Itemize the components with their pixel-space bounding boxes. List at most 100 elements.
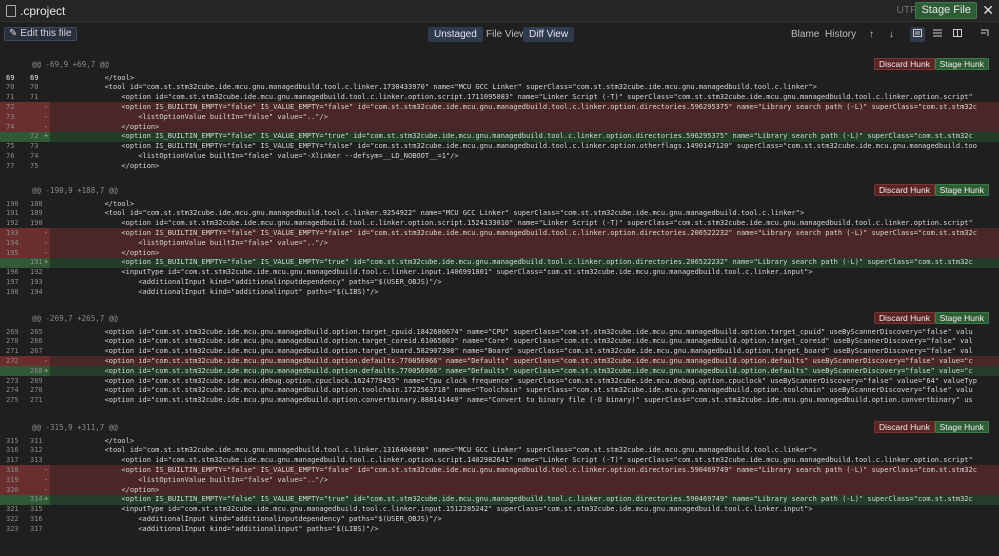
new-line-number: 271 <box>30 396 43 405</box>
code-text: <additionalInput kind="additionalinput" … <box>54 287 379 296</box>
new-line-number: 189 <box>30 209 43 218</box>
context-line: 322 316 <additionalInput kind="additional… <box>0 514 999 524</box>
close-icon[interactable]: ✕ <box>982 2 994 19</box>
hunk-range: @@ -315,9 +311,7 @@ <box>32 423 118 432</box>
old-line-number: 70 <box>6 83 15 92</box>
split-view-icon[interactable] <box>950 27 965 42</box>
code-text: <option id="com.st.stm32cube.ide.mcu.gnu… <box>54 327 973 336</box>
old-line-number: 273 <box>6 376 19 385</box>
code-text: <option id="com.st.stm32cube.ide.mcu.gnu… <box>54 93 973 102</box>
stage-hunk-button[interactable]: Stage Hunk <box>934 184 989 196</box>
code-text: </tool> <box>54 199 135 208</box>
code-text: <inputType id="com.st.stm32cube.ide.mcu.… <box>54 268 813 277</box>
code-text: <tool id="com.st.stm32cube.ide.mcu.gnu.m… <box>54 209 805 218</box>
next-hunk-icon[interactable]: ↓ <box>884 27 899 42</box>
unstaged-toggle[interactable]: Unstaged <box>428 27 483 42</box>
old-line-number: 269 <box>6 327 19 336</box>
deleted-line: 194 - <listOptionValue builtIn="false" va… <box>0 238 999 248</box>
old-line-number: 322 <box>6 514 19 523</box>
context-line: 275 271 <option id="com.st.stm32cube.ide.… <box>0 396 999 406</box>
old-line-number: 190 <box>6 199 19 208</box>
code-text: <option IS_BUILTIN_EMPTY="false" IS_VALU… <box>54 495 973 504</box>
code-text: <option IS_BUILTIN_EMPTY="false" IS_VALU… <box>54 102 977 111</box>
previous-hunk-icon[interactable]: ↑ <box>864 27 879 42</box>
context-line: 77 75 </option> <box>0 161 999 171</box>
diff-marker: + <box>44 132 49 141</box>
new-line-number: 314 <box>30 495 43 504</box>
code-text: <option IS_BUILTIN_EMPTY="false" IS_VALU… <box>54 132 973 141</box>
diff-marker: + <box>44 258 49 267</box>
edit-file-button[interactable]: ✎ Edit this file <box>4 27 77 41</box>
diff-marker: - <box>44 102 49 111</box>
stage-hunk-button[interactable]: Stage Hunk <box>934 58 989 70</box>
context-line: 75 73 <option IS_BUILTIN_EMPTY="false" IS… <box>0 142 999 152</box>
code-text: </tool> <box>54 436 135 445</box>
new-line-number: 270 <box>30 386 43 395</box>
old-line-number: 195 <box>6 248 19 257</box>
old-line-number: 275 <box>6 396 19 405</box>
context-line: 321 315 <inputType id="com.st.stm32cube.i… <box>0 505 999 515</box>
code-text: <additionalInput kind="additionalinputde… <box>54 277 442 286</box>
old-line-number: 69 <box>6 73 15 82</box>
stage-hunk-button[interactable]: Stage Hunk <box>934 421 989 433</box>
new-line-number: 267 <box>30 347 43 356</box>
deleted-line: 72 - <option IS_BUILTIN_EMPTY="false" IS_… <box>0 102 999 113</box>
new-line-number: 192 <box>30 268 43 277</box>
new-line-number: 316 <box>30 514 43 523</box>
stage-file-button[interactable]: Stage File <box>915 2 977 19</box>
code-text: <option IS_BUILTIN_EMPTY="false" IS_VALU… <box>54 228 977 237</box>
old-line-number: 192 <box>6 219 19 228</box>
old-line-number: 194 <box>6 238 19 247</box>
added-line: 191 + <option IS_BUILTIN_EMPTY="false" IS… <box>0 257 999 268</box>
context-line: 197 193 <additionalInput kind="additional… <box>0 277 999 287</box>
discard-hunk-button[interactable]: Discard Hunk <box>873 184 935 196</box>
diff-marker: - <box>44 122 49 131</box>
diff-view[interactable]: @@ -69,9 +69,7 @@ Discard Hunk Stage Hunk 6… <box>0 46 999 556</box>
new-line-number: 315 <box>30 505 43 514</box>
discard-hunk-button[interactable]: Discard Hunk <box>873 58 935 70</box>
deleted-line: 272 - <option id="com.st.stm32cube.ide.mc… <box>0 356 999 367</box>
diff-marker: - <box>44 248 49 257</box>
hunk-range: @@ -69,9 +69,7 @@ <box>32 60 109 69</box>
file-icon <box>6 4 16 17</box>
code-text: <option id="com.st.stm32cube.ide.mcu.gnu… <box>54 396 973 405</box>
context-line: 190 188 </tool> <box>0 199 999 209</box>
new-line-number: 317 <box>30 524 43 533</box>
hunk-header: @@ -190,9 +188,7 @@ Discard Hunk Stage Hun… <box>0 182 999 198</box>
stage-hunk-button[interactable]: Stage Hunk <box>934 312 989 324</box>
diff-view-tab[interactable]: Diff View <box>523 27 575 42</box>
old-line-number: 315 <box>6 436 19 445</box>
old-line-number: 320 <box>6 485 19 494</box>
context-line: 69 69 </tool> <box>0 73 999 83</box>
context-line: 270 266 <option id="com.st.stm32cube.ide.… <box>0 337 999 347</box>
new-line-number: 73 <box>30 142 39 151</box>
code-text: <option id="com.st.stm32cube.ide.mcu.gnu… <box>54 356 973 365</box>
code-text: <option IS_BUILTIN_EMPTY="false" IS_VALU… <box>54 142 977 151</box>
context-line: 323 317 <additionalInput kind="additional… <box>0 524 999 534</box>
old-line-number: 72 <box>6 102 15 111</box>
new-line-number: 269 <box>30 376 43 385</box>
new-line-number: 74 <box>30 151 39 160</box>
new-line-number: 268 <box>30 366 43 375</box>
inline-view-icon[interactable] <box>910 27 925 42</box>
code-text: <listOptionValue builtIn="false" value="… <box>54 475 328 484</box>
code-text: <option id="com.st.stm32cube.ide.mcu.gnu… <box>54 366 973 375</box>
discard-hunk-button[interactable]: Discard Hunk <box>873 421 935 433</box>
context-line: 70 70 <tool id="com.st.stm32cube.ide.mcu.… <box>0 83 999 93</box>
new-line-number: 70 <box>30 83 39 92</box>
old-line-number: 316 <box>6 446 19 455</box>
discard-hunk-button[interactable]: Discard Hunk <box>873 312 935 324</box>
toolbar: ✎ Edit this file Unstaged File View Diff… <box>0 24 999 46</box>
context-line: 192 190 <option id="com.st.stm32cube.ide.… <box>0 219 999 229</box>
list-view-icon[interactable] <box>930 27 945 42</box>
history-button[interactable]: History <box>819 27 862 42</box>
new-line-number: 313 <box>30 456 43 465</box>
deleted-line: 74 - </option> <box>0 122 999 132</box>
diff-marker: + <box>44 366 49 375</box>
diff-marker: - <box>44 465 49 474</box>
deleted-line: 193 - <option IS_BUILTIN_EMPTY="false" IS… <box>0 228 999 239</box>
deleted-line: 73 - <listOptionValue builtIn="false" val… <box>0 112 999 122</box>
toggle-panel-icon[interactable] <box>977 27 992 42</box>
old-line-number: 274 <box>6 386 19 395</box>
code-text: <option id="com.st.stm32cube.ide.mcu.gnu… <box>54 456 973 465</box>
